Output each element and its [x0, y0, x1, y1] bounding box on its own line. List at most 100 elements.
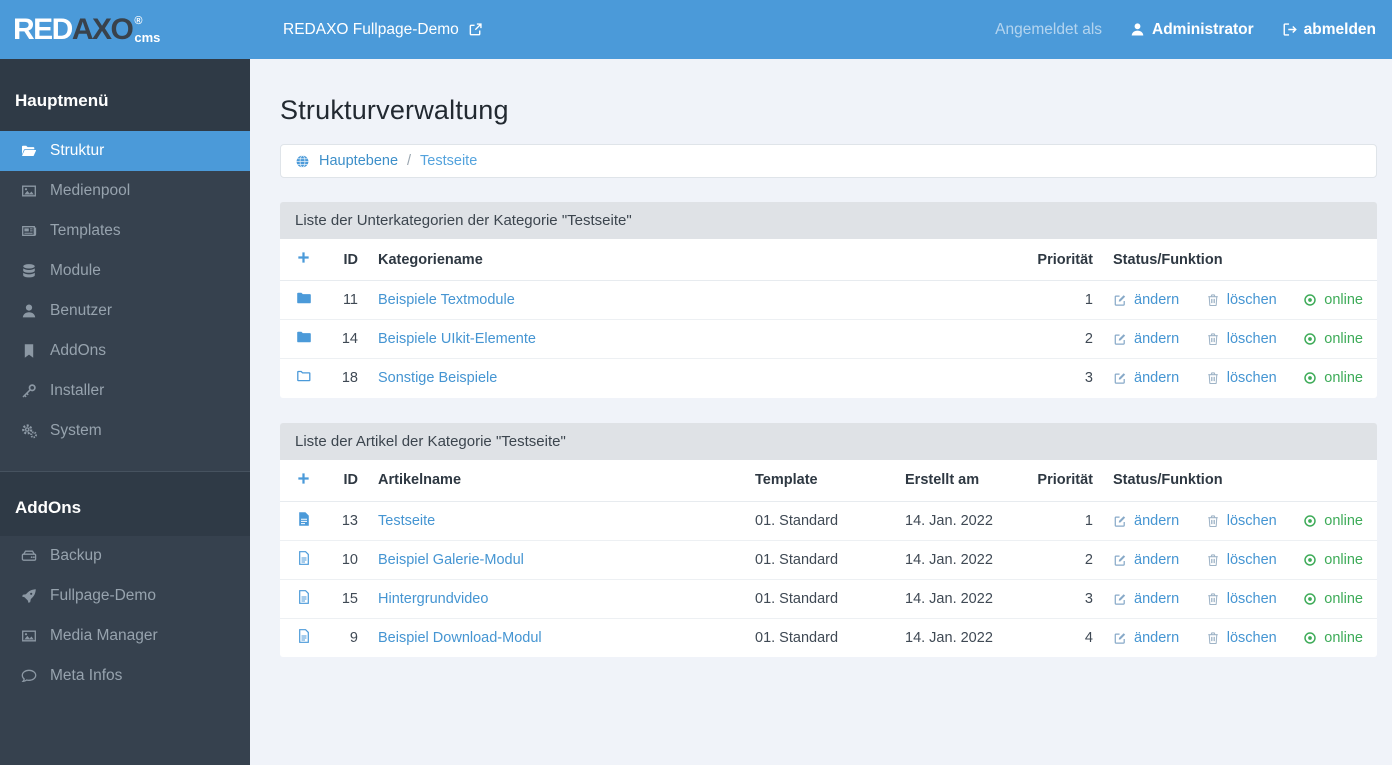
sidebar-item-label: Templates: [50, 222, 121, 239]
sidebar-item-meta-infos[interactable]: Meta Infos: [0, 656, 250, 696]
status-link[interactable]: online: [1303, 331, 1363, 347]
delete-link[interactable]: löschen: [1206, 552, 1277, 568]
username-label: Administrator: [1152, 20, 1254, 38]
edit-label: ändern: [1134, 370, 1180, 387]
delete-link[interactable]: löschen: [1206, 630, 1277, 646]
delete-link[interactable]: löschen: [1206, 331, 1277, 347]
sidebar-item-label: System: [50, 422, 102, 439]
article-link[interactable]: Beispiel Download-Modul: [378, 630, 542, 646]
sidebar-item-struktur[interactable]: Struktur: [0, 131, 250, 171]
sidebar-item-backup[interactable]: Backup: [0, 536, 250, 576]
edit-link[interactable]: ändern: [1113, 630, 1179, 646]
delete-link[interactable]: löschen: [1206, 370, 1277, 386]
status-link[interactable]: online: [1303, 292, 1363, 308]
breadcrumb-root-link[interactable]: Hauptebene: [319, 153, 398, 169]
article-link[interactable]: Testseite: [378, 513, 435, 529]
panel-title: Liste der Artikel der Kategorie "Testsei…: [280, 422, 1377, 460]
sidebar-item-module[interactable]: Module: [0, 251, 250, 291]
table-row: 11 Beispiele Textmodule 1 ändern löschen onli…: [280, 280, 1377, 320]
row-priority: 2: [1025, 319, 1101, 359]
delete-link[interactable]: löschen: [1206, 591, 1277, 607]
category-link[interactable]: Beispiele Textmodule: [378, 292, 515, 308]
row-icon-cell: [280, 618, 326, 657]
sidebar-item-addons[interactable]: AddOns: [0, 331, 250, 371]
user-link[interactable]: Administrator: [1130, 21, 1254, 39]
edit-link[interactable]: ändern: [1113, 513, 1179, 529]
row-actions: ändern löschen online: [1113, 292, 1363, 308]
breadcrumb-current-link[interactable]: Testseite: [420, 153, 477, 169]
edit-link[interactable]: ändern: [1113, 591, 1179, 607]
row-icon-cell: [280, 540, 326, 580]
row-actions: ändern löschen online: [1113, 370, 1363, 386]
sidebar-section-title: Hauptmenü: [0, 59, 250, 131]
edit-icon: [1113, 631, 1127, 645]
redaxo-logo: REDAXO ® cms: [0, 12, 250, 46]
sidebar-item-installer[interactable]: Installer: [0, 371, 250, 411]
dot-circle-icon: [1303, 592, 1317, 606]
row-actions: ändern löschen online: [1113, 331, 1363, 347]
sidebar-item-benutzer[interactable]: Benutzer: [0, 291, 250, 331]
edit-link[interactable]: ändern: [1113, 552, 1179, 568]
article-link[interactable]: Beispiel Galerie-Modul: [378, 552, 524, 568]
delete-label: löschen: [1226, 629, 1277, 646]
sidebar-section-hauptmenü: Hauptmenü Struktur Medienpool Templates Modu…: [0, 59, 250, 451]
key-icon: [20, 383, 38, 399]
plus-icon: [296, 250, 311, 265]
sidebar-section-title: AddOns: [0, 472, 250, 536]
delete-link[interactable]: löschen: [1206, 292, 1277, 308]
edit-icon: [1113, 332, 1127, 346]
delete-label: löschen: [1226, 331, 1277, 347]
row-created-date: 14. Jan. 2022: [897, 501, 1025, 541]
edit-icon: [1113, 514, 1127, 528]
sidebar-item-label: Media Manager: [50, 627, 158, 644]
logo-axo: AXO: [71, 12, 134, 46]
row-created-date: 14. Jan. 2022: [905, 629, 993, 646]
edit-label: ändern: [1134, 331, 1180, 347]
article-link[interactable]: Hintergrundvideo: [378, 591, 488, 607]
row-actions: ändern löschen online: [1113, 630, 1363, 646]
delete-label: löschen: [1226, 370, 1277, 387]
edit-link[interactable]: ändern: [1113, 370, 1179, 386]
status-link[interactable]: online: [1303, 630, 1363, 646]
main-content: Strukturverwaltung Hauptebene / Testseit…: [250, 59, 1392, 765]
logout-link[interactable]: abmelden: [1282, 21, 1376, 39]
table-header-row: ID Artikelname Template Erstellt am Prioritä…: [280, 459, 1377, 502]
row-id: 14: [326, 319, 366, 359]
sidebar-item-fullpage-demo[interactable]: Fullpage-Demo: [0, 576, 250, 616]
row-id: 10: [326, 540, 366, 580]
add-category-button[interactable]: [296, 250, 311, 265]
breadcrumb-separator: /: [407, 153, 412, 169]
row-icon-cell: [280, 501, 326, 541]
add-article-button[interactable]: [296, 471, 311, 486]
status-link[interactable]: online: [1303, 513, 1363, 529]
articles-table: ID Artikelname Template Erstellt am Prioritä…: [280, 459, 1377, 657]
table-row: 10 Beispiel Galerie-Modul 01. Standard 14. …: [280, 540, 1377, 580]
row-status-cell: ändern löschen online: [1101, 280, 1377, 320]
edit-label: ändern: [1134, 629, 1180, 646]
trash-icon: [1206, 514, 1220, 528]
status-link[interactable]: online: [1303, 552, 1363, 568]
column-header-status-funktion: Status/Funktion: [1101, 459, 1377, 502]
column-header-status-funktion: Status/Funktion: [1101, 239, 1377, 281]
site-link[interactable]: REDAXO Fullpage-Demo: [283, 21, 483, 39]
row-name-cell: Hintergrundvideo: [366, 579, 747, 619]
edit-link[interactable]: ändern: [1113, 292, 1179, 308]
edit-link[interactable]: ändern: [1113, 331, 1179, 347]
row-created-date: 14. Jan. 2022: [897, 579, 1025, 619]
status-link[interactable]: online: [1303, 370, 1363, 386]
sidebar-item-media-manager[interactable]: Media Manager: [0, 616, 250, 656]
logout-label: abmelden: [1303, 20, 1376, 38]
status-link[interactable]: online: [1303, 591, 1363, 607]
user-icon: [20, 303, 38, 319]
row-status-cell: ändern löschen online: [1101, 579, 1377, 619]
sidebar-item-system[interactable]: System: [0, 411, 250, 451]
edit-label: ändern: [1134, 292, 1180, 308]
sidebar-item-medienpool[interactable]: Medienpool: [0, 171, 250, 211]
edit-icon: [1113, 293, 1127, 307]
delete-link[interactable]: löschen: [1206, 513, 1277, 529]
category-link[interactable]: Beispiele UIkit-Elemente: [378, 331, 536, 347]
category-link[interactable]: Sonstige Beispiele: [378, 370, 497, 386]
row-status-cell: ändern löschen online: [1101, 359, 1377, 398]
categories-table: ID Kategoriename Priorität Status/Funktion 1…: [280, 239, 1377, 398]
sidebar-item-templates[interactable]: Templates: [0, 211, 250, 251]
